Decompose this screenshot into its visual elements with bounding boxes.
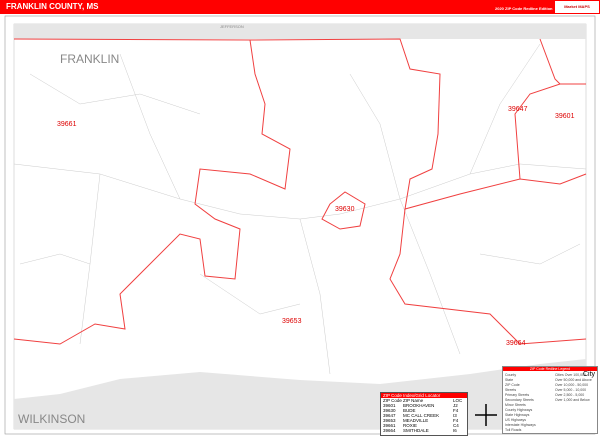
legend-item: County Highways [505, 408, 533, 412]
county-label-franklin: FRANKLIN [60, 52, 120, 66]
zip-label: 39653 [282, 318, 302, 325]
legend-city: Over 10,000 - 50,000 [555, 383, 589, 387]
header-bar: FRANKLIN COUNTY, MS 2020 ZIP Code Redlin… [0, 0, 600, 14]
legend-item: Secondary Streets [505, 398, 534, 402]
legend-city: Over 2,500 - 5,000 [555, 393, 585, 397]
legend-item: Primary Streets [505, 393, 530, 397]
zip-label: 39647 [508, 106, 528, 113]
table-row: 39664 SMITHDALE I6 [381, 428, 467, 433]
map-legend: ZIP Code Redline Legend County State ZIP… [502, 366, 598, 434]
logo: Market MAPS [555, 1, 599, 13]
legend-item: State Highways [505, 413, 530, 417]
legend-item: Streets [505, 388, 517, 392]
legend-city-sample: City [583, 371, 596, 378]
legend-item: ZIP Code [505, 383, 520, 387]
legend-item: Interstate Highways [505, 423, 536, 427]
county-label-wilkinson: WILKINSON [18, 412, 86, 426]
zip-label: 39664 [506, 340, 526, 347]
zip-index-table: ZIP Code Index/Grid Locator ZIP Code ZIP … [380, 392, 468, 436]
edition-label: 2020 ZIP Code Redline Edition [495, 6, 553, 11]
legend-city: Over 50,000 and Above [555, 378, 592, 382]
zip-label: 39601 [555, 113, 575, 120]
county-label-jefferson: JEFFERSON [220, 24, 244, 29]
legend-item: County [505, 373, 517, 377]
legend-city: Cities Over 100,000 [555, 373, 586, 377]
zip-label: 39630 [335, 206, 355, 213]
legend-item: Toll Roads [505, 428, 522, 432]
cell: SMITHDALE [403, 428, 429, 433]
map-title: FRANKLIN COUNTY, MS [6, 2, 99, 11]
zip-label: 39661 [57, 121, 77, 128]
legend-item: Minor Streets [505, 403, 526, 407]
cell: I6 [453, 428, 457, 433]
legend-city: Over 1,000 and Below [555, 398, 590, 402]
legend-city: Over 5,000 - 10,000 [555, 388, 587, 392]
legend-item: US Highways [505, 418, 527, 422]
cell: 39664 [383, 428, 396, 433]
legend-item: State [505, 378, 514, 382]
